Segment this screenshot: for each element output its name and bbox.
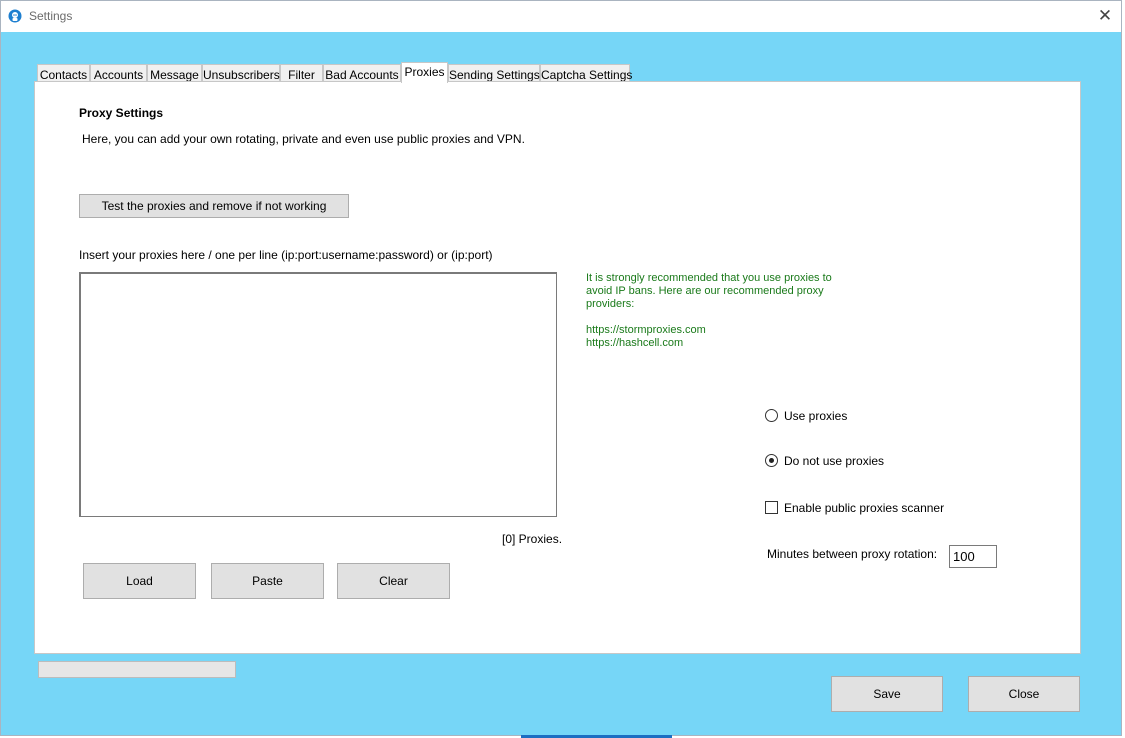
provider-link-stormproxies[interactable]: https://stormproxies.com [586, 324, 706, 337]
proxy-count: [0] Proxies. [502, 532, 563, 546]
tab-accounts[interactable]: Accounts [90, 64, 147, 82]
test-proxies-button[interactable]: Test the proxies and remove if not worki… [79, 194, 349, 218]
tab-bad-accounts[interactable]: Bad Accounts [323, 64, 401, 82]
use-proxies-radio[interactable] [765, 409, 778, 422]
public-scanner-checkbox[interactable] [765, 501, 778, 514]
proxies-textarea[interactable] [79, 272, 557, 517]
close-button[interactable]: Close [968, 676, 1080, 712]
window-close-icon[interactable]: ✕ [1095, 6, 1115, 26]
tab-unsubscribers[interactable]: Unsubscribers [202, 64, 280, 82]
paste-button[interactable]: Paste [211, 563, 324, 599]
progress-bar [38, 661, 236, 678]
section-heading: Proxy Settings [79, 106, 164, 120]
recommendation-text: It is strongly recommended that you use … [586, 272, 832, 310]
tab-proxies[interactable]: Proxies [401, 62, 448, 83]
save-button[interactable]: Save [831, 676, 943, 712]
tab-captcha-settings[interactable]: Captcha Settings [540, 64, 632, 82]
public-scanner-label[interactable]: Enable public proxies scanner [784, 501, 944, 515]
clear-button[interactable]: Clear [337, 563, 450, 599]
rotation-label: Minutes between proxy rotation: [767, 547, 938, 561]
no-proxies-radio[interactable] [765, 454, 778, 467]
tab-sending-settings[interactable]: Sending Settings [448, 64, 540, 82]
proxies-panel: Proxy Settings Here, you can add your ow… [34, 81, 1081, 654]
load-button[interactable]: Load [83, 563, 196, 599]
window-title: Settings [29, 9, 73, 23]
section-description: Here, you can add your own rotating, pri… [82, 132, 525, 146]
settings-window: Settings ✕ Contacts Accounts Message Uns… [0, 0, 1122, 736]
no-proxies-label[interactable]: Do not use proxies [784, 454, 884, 468]
tab-message[interactable]: Message [147, 64, 202, 82]
use-proxies-label[interactable]: Use proxies [784, 409, 847, 423]
radio-selected-dot [769, 458, 774, 463]
rotation-minutes-input[interactable] [949, 545, 997, 568]
tab-filter[interactable]: Filter [280, 64, 323, 82]
app-icon [8, 9, 22, 23]
insert-proxies-label: Insert your proxies here / one per line … [79, 248, 493, 262]
provider-link-hashcell[interactable]: https://hashcell.com [586, 337, 683, 350]
title-bar: Settings ✕ [1, 1, 1121, 32]
tab-contacts[interactable]: Contacts [37, 64, 90, 82]
